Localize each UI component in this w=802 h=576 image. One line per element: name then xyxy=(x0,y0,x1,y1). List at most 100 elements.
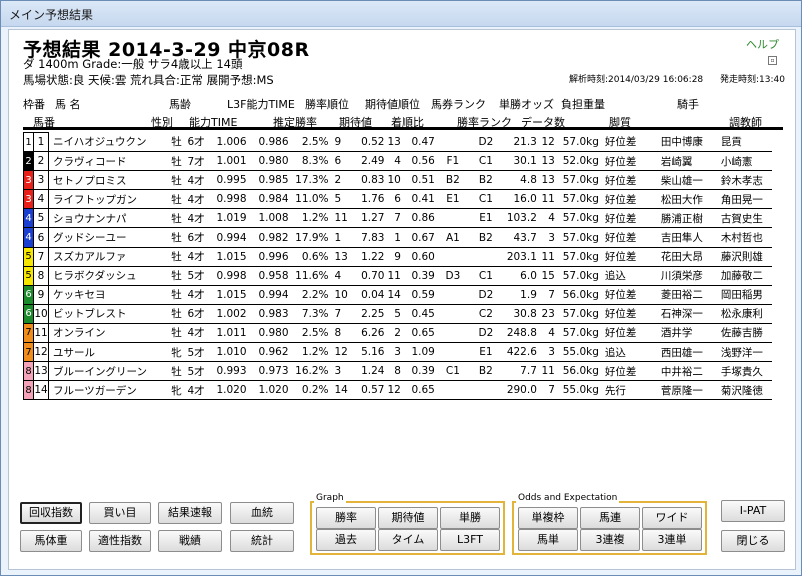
client-area: 予想結果 2014-3-29 中京08R ヘルプ ▫ ダ 1400m Grade… xyxy=(8,29,796,570)
umaren-button[interactable]: 馬連 xyxy=(580,507,640,529)
close-button[interactable]: 閉じる xyxy=(721,530,785,552)
header-ticket-rank: 馬券ランク xyxy=(431,98,486,111)
est-win-rate-cell: 0.6% xyxy=(291,247,332,267)
table-row[interactable]: 5 8 ヒラボクダッシュ牡 5才 0.998 0.958 11.6% 4 0.70 11 0.39 D… xyxy=(23,265,772,286)
ability-time-cell: 1.019 xyxy=(207,208,250,229)
table-row[interactable]: 3 3 セトノプロミス牡 4才 0.995 0.985 17.3% 2 0.83 10 0.51 B2… xyxy=(23,170,772,191)
win-rank-cell: 2 xyxy=(331,170,350,191)
table-row[interactable]: 3 4 ライフトップガン牡 4才 0.998 0.984 11.0% 5 1.76 6 0.41 E1… xyxy=(23,189,772,210)
sex-cell: 牡 xyxy=(165,266,188,286)
table-row[interactable]: 7 11 オンライン牡 4才 1.011 0.980 2.5% 8 6.26 2 0.65 D2 248… xyxy=(23,322,772,344)
running-style-cell: 好位差 xyxy=(601,170,658,191)
record-button[interactable]: 戦績 xyxy=(158,530,222,552)
sex-cell: 牡 xyxy=(165,247,188,267)
order-ratio-cell: 0.65 xyxy=(403,323,438,344)
horse-number-cell: 9 xyxy=(33,284,49,305)
win-rate-graph-button[interactable]: 勝率 xyxy=(316,507,376,529)
est-win-rate-cell: 1.2% xyxy=(291,208,332,229)
win-rank-letter-cell: E1 xyxy=(467,342,504,363)
odds-cell: 21.3 xyxy=(503,132,540,153)
aptitude-index-button[interactable]: 適性指数 xyxy=(89,530,151,552)
sanrenpuku-button[interactable]: 3連複 xyxy=(580,529,640,551)
l3ft-graph-button[interactable]: L3FT xyxy=(440,529,500,551)
bloodline-button[interactable]: 血統 xyxy=(230,502,294,524)
ability-time-cell: 1.015 xyxy=(207,247,250,267)
tansho-graph-button[interactable]: 単勝 xyxy=(440,507,500,529)
table-row[interactable]: 4 5 ショウナンナパ牡 4才 1.019 1.008 1.2% 11 1.27 7 0.86 E1 1… xyxy=(23,208,772,229)
order-ratio-cell: 0.51 xyxy=(403,170,438,191)
sex-cell: 牡 xyxy=(165,208,188,229)
table-row[interactable]: 6 10 ビットブレスト牡 6才 1.002 0.983 7.3% 7 2.25 5 0.45 C2 3… xyxy=(23,303,772,324)
trainer-cell: 角田晃一 xyxy=(717,189,772,210)
order-ratio-cell: 0.39 xyxy=(403,266,438,286)
table-row[interactable]: 2 2 クラヴィコード牡 7才 1.001 0.980 8.3% 6 2.49 4 0.56 F1 C1… xyxy=(23,151,772,172)
running-style-cell: 好位差 xyxy=(601,227,658,248)
table-row[interactable]: 5 7 スズカアルファ牡 4才 1.015 0.996 0.6% 13 1.22 9 0.60 203… xyxy=(23,246,772,267)
horse-number-cell: 8 xyxy=(33,265,49,286)
stats-button[interactable]: 統計 xyxy=(230,530,294,552)
odds-cell: 30.1 xyxy=(503,151,540,172)
expectation-cell: 0.83 xyxy=(349,170,388,191)
ability-time-cell: 0.998 xyxy=(207,266,250,286)
data-count-cell: 13 xyxy=(539,170,558,191)
l3f-time-cell: 0.985 xyxy=(249,170,292,191)
expectation-cell: 6.26 xyxy=(349,323,388,344)
jockey-cell: 西田雄一 xyxy=(657,342,718,363)
result-button[interactable]: 結果速報 xyxy=(158,502,222,524)
expectation-graph-button[interactable]: 期待値 xyxy=(378,507,438,529)
table-row[interactable]: 4 6 グッドシーユー牡 6才 0.994 0.982 17.9% 1 7.83 1 0.67 A1 B… xyxy=(23,227,772,248)
table-row[interactable]: 6 9 ケッキセヨ牡 4才 1.015 0.994 2.2% 10 0.04 14 0.59 D2 1.… xyxy=(23,284,772,305)
table-row[interactable]: 7 12 ユサール牝 5才 1.010 0.962 1.2% 12 5.16 3 1.09 E1 422… xyxy=(23,342,772,363)
win-rank-letter-cell: D2 xyxy=(467,285,504,305)
horse-number-cell: 4 xyxy=(33,189,49,210)
exp-rank-cell: 1 xyxy=(387,227,404,248)
expectation-cell: 2.49 xyxy=(349,151,388,172)
weight-cell: 57.0kg xyxy=(557,170,602,191)
trainer-cell: 加藤敬二 xyxy=(717,266,772,286)
data-count-cell: 7 xyxy=(539,380,558,401)
l3f-time-cell: 0.980 xyxy=(249,323,292,344)
est-win-rate-cell: 2.5% xyxy=(291,132,332,153)
sanrentan-button[interactable]: 3連単 xyxy=(642,529,702,551)
running-style-cell: 追込 xyxy=(601,266,658,286)
title-bar[interactable]: メイン予想結果 xyxy=(1,1,801,27)
time-graph-button[interactable]: タイム xyxy=(378,529,438,551)
age-cell: 5才 xyxy=(187,266,208,286)
umatan-button[interactable]: 馬単 xyxy=(518,529,578,551)
trainer-cell: 昆貢 xyxy=(717,132,772,153)
exp-rank-cell: 6 xyxy=(387,189,404,210)
sex-cell: 牡 xyxy=(165,170,188,191)
table-row[interactable]: 8 14 フルーツガーデン牝 4才 1.020 1.020 0.2% 14 0.57 12 0.65… xyxy=(23,380,772,401)
table-row[interactable]: 1 1 ニイハオジュウクン牡 6才 1.006 0.986 2.5% 9 0.52 13 0.47 D… xyxy=(23,131,772,153)
exp-rank-cell: 5 xyxy=(387,304,404,324)
running-style-cell: 好位差 xyxy=(601,361,658,382)
odds-cell: 422.6 xyxy=(503,342,540,363)
expectation-cell: 2.25 xyxy=(349,304,388,324)
recovery-index-button[interactable]: 回収指数 xyxy=(20,502,82,524)
exp-rank-cell: 3 xyxy=(387,342,404,363)
buy-button[interactable]: 買い目 xyxy=(89,502,151,524)
jockey-cell: 石神深一 xyxy=(657,304,718,324)
resize-icon[interactable]: ▫ xyxy=(768,56,777,65)
header-odds: 単勝オッズ xyxy=(499,98,554,111)
wakuren-button[interactable]: 単複枠 xyxy=(518,507,578,529)
header-waku: 枠番 xyxy=(23,98,45,111)
weight-cell: 56.0kg xyxy=(557,285,602,305)
exp-rank-cell: 10 xyxy=(387,170,404,191)
trainer-cell: 木村哲也 xyxy=(717,227,772,248)
age-cell: 4才 xyxy=(187,380,208,401)
ability-time-cell: 1.020 xyxy=(207,380,250,401)
ticket-rank-cell xyxy=(437,285,468,305)
horse-weight-button[interactable]: 馬体重 xyxy=(20,530,82,552)
past-graph-button[interactable]: 過去 xyxy=(316,529,376,551)
expectation-cell: 5.16 xyxy=(349,342,388,363)
horse-name-cell: ニイハオジュウクン xyxy=(48,132,166,153)
expectation-cell: 1.76 xyxy=(349,189,388,210)
help-link[interactable]: ヘルプ xyxy=(746,36,779,52)
sex-cell: 牡 xyxy=(165,285,188,305)
horse-name-cell: ケッキセヨ xyxy=(48,285,166,305)
table-row[interactable]: 8 13 ブルーイングリーン牡 5才 0.993 0.973 16.2% 3 1.24 8 0.39… xyxy=(23,361,772,382)
ipat-button[interactable]: I-PAT xyxy=(721,500,785,522)
ticket-rank-cell: F1 xyxy=(437,151,468,172)
wide-button[interactable]: ワイド xyxy=(642,507,702,529)
